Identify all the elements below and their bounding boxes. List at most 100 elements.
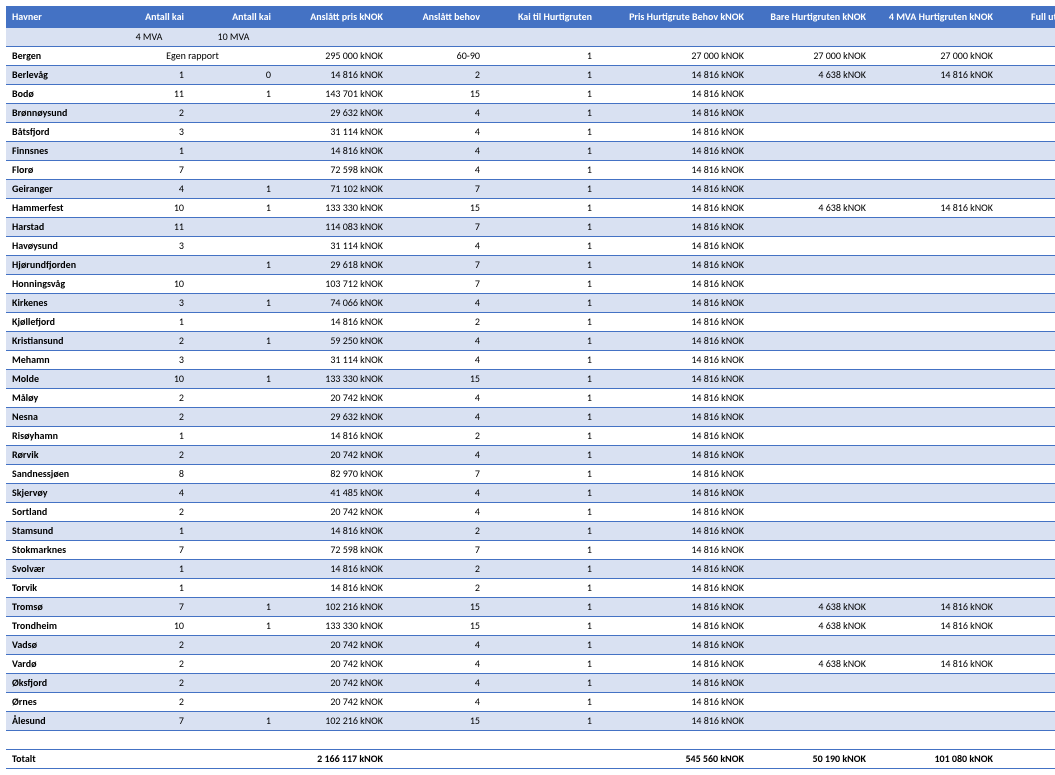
cell: 7 [389, 255, 486, 274]
cell: 14 816 kNOK [598, 483, 750, 502]
cell [750, 103, 872, 122]
cell [872, 521, 999, 540]
cell [750, 464, 872, 483]
cell: 2 [108, 654, 190, 673]
cell: 1 [190, 255, 277, 274]
cell [872, 711, 999, 730]
cell: 14 816 kNOK [598, 407, 750, 426]
cell: 14 816 kNOK [277, 312, 389, 331]
cell: 1 [486, 578, 598, 597]
cell [190, 388, 277, 407]
cell: 7 [108, 160, 190, 179]
cell: 14 816 kNOK [598, 635, 750, 654]
cell: 15 [389, 711, 486, 730]
cell: 11 [108, 84, 190, 103]
cell: 1 [486, 692, 598, 711]
cell: 1 [108, 312, 190, 331]
cell [190, 540, 277, 559]
table-row: Havøysund331 114 kNOK4114 816 kNOK [6, 236, 1055, 255]
table-row: Tromsø71102 216 kNOK15114 816 kNOK4 638 … [6, 597, 1055, 616]
cell: Båtsfjord [6, 122, 108, 141]
cell: 1 [486, 426, 598, 445]
cell: 10 [108, 198, 190, 217]
table-row: Kristiansund2159 250 kNOK4114 816 kNOK [6, 331, 1055, 350]
cell: 2 [108, 502, 190, 521]
cell: 1 [486, 65, 598, 84]
cell: 102 216 kNOK [277, 711, 389, 730]
cell: 4 [389, 388, 486, 407]
cell: 14 816 kNOK [598, 673, 750, 692]
cell: 1 [486, 654, 598, 673]
cell: Øksfjord [6, 673, 108, 692]
cell: 27 000 kNOK [598, 46, 750, 65]
subheader-cell [389, 27, 486, 46]
cell: 14 816 kNOK [598, 654, 750, 673]
cell: 14 816 kNOK [598, 369, 750, 388]
cell [999, 160, 1055, 179]
cell [872, 84, 999, 103]
table-row: Stokmarknes772 598 kNOK7114 816 kNOK [6, 540, 1055, 559]
cell [999, 445, 1055, 464]
cell [872, 426, 999, 445]
cell: 133 330 kNOK [277, 198, 389, 217]
cell: 14 816 kNOK [598, 293, 750, 312]
cell: 4 [389, 293, 486, 312]
cell: 20 742 kNOK [277, 692, 389, 711]
cell: 295 000 kNOK [999, 46, 1055, 65]
header-cell: Kai til Hurtigruten [486, 7, 598, 28]
cell [190, 217, 277, 236]
cell: 15 [389, 616, 486, 635]
subheader-cell: 4 MVA [108, 27, 190, 46]
cell [872, 730, 999, 749]
cell: 14 816 kNOK [598, 426, 750, 445]
cell: 1 [108, 426, 190, 445]
cell: 1 [486, 293, 598, 312]
table-row: Måløy220 742 kNOK4114 816 kNOK [6, 388, 1055, 407]
cell: 14 816 kNOK [872, 198, 999, 217]
cell: 1 [486, 711, 598, 730]
cell: 4 638 kNOK [750, 597, 872, 616]
cell: 14 816 kNOK [598, 122, 750, 141]
cell [750, 312, 872, 331]
cell [750, 274, 872, 293]
cell [598, 730, 750, 749]
cell [190, 578, 277, 597]
table-row: Hammerfest101133 330 kNOK15114 816 kNOK4… [6, 198, 1055, 217]
cell: 7 [389, 217, 486, 236]
cell: 59 250 kNOK [277, 331, 389, 350]
cell: 14 816 kNOK [598, 445, 750, 464]
cell [872, 559, 999, 578]
table-row: Vadsø220 742 kNOK4114 816 kNOK [6, 635, 1055, 654]
cell: 1 [486, 597, 598, 616]
cell: 102 216 kNOK [277, 597, 389, 616]
cell: 3 [108, 293, 190, 312]
cell [999, 312, 1055, 331]
table-row: Kirkenes3174 066 kNOK4114 816 kNOK [6, 293, 1055, 312]
cell: 1 [486, 198, 598, 217]
cell: Stokmarknes [6, 540, 108, 559]
cell: 14 816 kNOK [872, 616, 999, 635]
header-cell: Anslått behov [389, 7, 486, 28]
totals-cell: 2 166 117 kNOK [277, 749, 389, 768]
table-row: Mehamn331 114 kNOK4114 816 kNOK [6, 350, 1055, 369]
table-row: Stamsund114 816 kNOK2114 816 kNOK [6, 521, 1055, 540]
cell [872, 578, 999, 597]
cell [872, 407, 999, 426]
header-cell: Antall kai [108, 7, 190, 28]
cell [750, 293, 872, 312]
cell [190, 502, 277, 521]
cell [108, 730, 190, 749]
cell [872, 255, 999, 274]
subheader-cell [999, 27, 1055, 46]
subheader-cell [277, 27, 389, 46]
cell: 14 816 kNOK [277, 521, 389, 540]
cell: Sortland [6, 502, 108, 521]
table-row: Nesna229 632 kNOK4114 816 kNOK [6, 407, 1055, 426]
cell [999, 559, 1055, 578]
cell: 8 [108, 464, 190, 483]
cell: 14 816 kNOK [598, 692, 750, 711]
cell [872, 141, 999, 160]
cell [872, 502, 999, 521]
cell: 1 [486, 559, 598, 578]
table-row: Honningsvåg10103 712 kNOK7114 816 kNOK [6, 274, 1055, 293]
